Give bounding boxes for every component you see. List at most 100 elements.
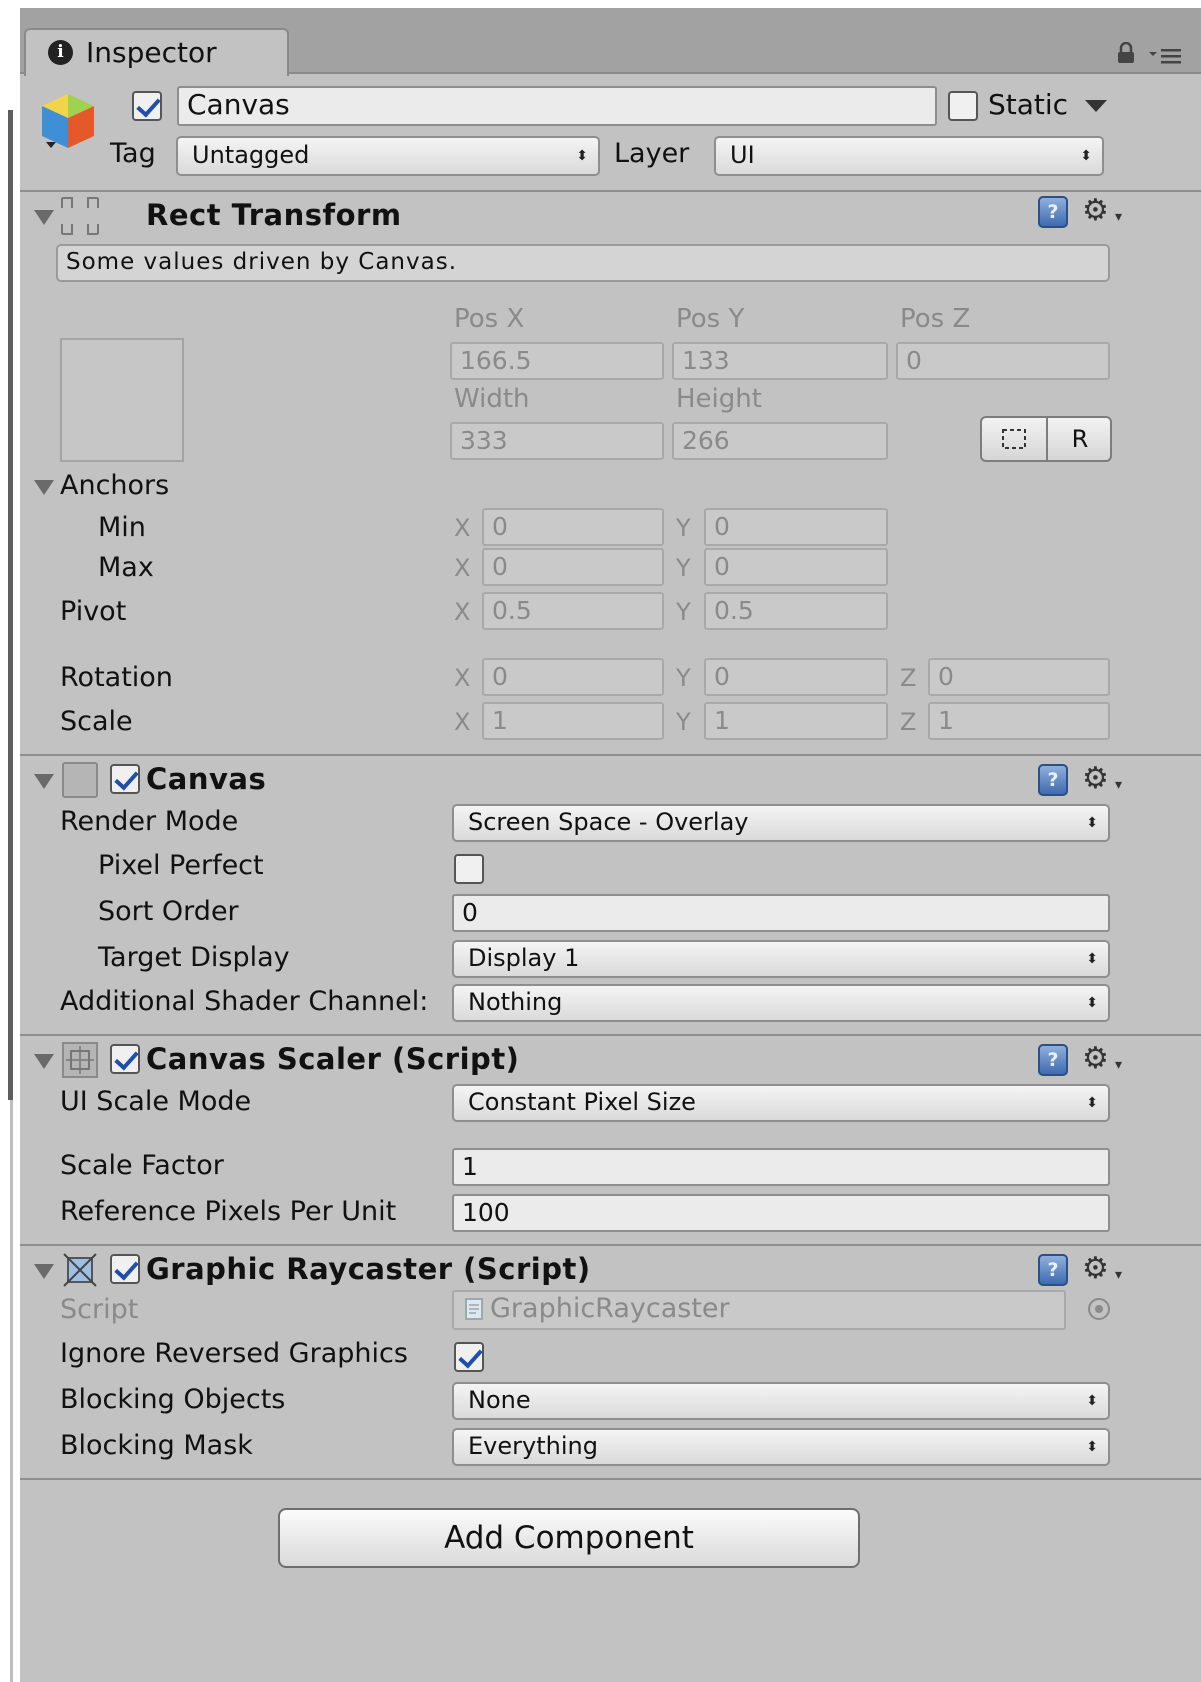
script-file-icon [465,1298,483,1320]
blocking-objects-value: None [468,1386,531,1414]
dropdown-arrow-icon: ⬍ [1086,1393,1098,1409]
graphic-raycaster-title: Graphic Raycaster (Script) [146,1252,591,1286]
axis-y-label: Y [676,514,691,542]
dropdown-arrow-icon: ⬍ [576,148,588,164]
pivot-x-field[interactable]: 0.5 [482,592,664,630]
gear-icon[interactable]: ⚙ [1082,196,1122,233]
script-field[interactable]: GraphicRaycaster [452,1290,1066,1330]
info-icon: i [48,40,73,65]
gear-icon[interactable]: ⚙ [1082,764,1122,801]
render-mode-dropdown[interactable]: Screen Space - Overlay ⬍ [452,804,1110,842]
driven-values-info: Some values driven by Canvas. [56,244,1110,282]
blocking-objects-dropdown[interactable]: None ⬍ [452,1382,1110,1420]
width-label: Width [454,384,530,414]
scale-x-field[interactable]: 1 [482,702,664,740]
axis-y-label: Y [676,598,691,626]
canvas-scaler-enabled-checkbox[interactable] [110,1044,140,1074]
layer-dropdown[interactable]: UI ⬍ [714,136,1104,176]
pos-z-field[interactable]: 0 [896,342,1110,380]
target-display-dropdown[interactable]: Display 1 ⬍ [452,940,1110,978]
dropdown-arrow-icon: ⬍ [1086,1095,1098,1111]
separator [20,1034,1201,1036]
graphic-raycaster-foldout[interactable] [34,1264,54,1279]
gameobject-icon [42,94,94,148]
help-icon[interactable]: ? [1038,764,1068,796]
gear-icon[interactable]: ⚙ [1082,1254,1122,1291]
help-icon[interactable]: ? [1038,196,1068,228]
pos-y-field[interactable]: 133 [672,342,888,380]
ui-scale-mode-label: UI Scale Mode [60,1086,252,1117]
context-menu-icon[interactable] [1148,46,1182,66]
height-field[interactable]: 266 [672,422,888,460]
scale-y-field[interactable]: 1 [704,702,888,740]
raw-edit-button[interactable]: R [1048,418,1112,460]
anchor-min-y-field[interactable]: 0 [704,508,888,546]
static-dropdown-arrow-icon[interactable] [1084,98,1108,114]
ui-scale-mode-dropdown[interactable]: Constant Pixel Size ⬍ [452,1084,1110,1122]
canvas-foldout[interactable] [34,774,54,789]
object-picker-icon[interactable] [1088,1298,1110,1320]
dropdown-arrow-icon: ⬍ [1086,995,1098,1011]
anchor-max-x-field[interactable]: 0 [482,548,664,586]
dropdown-arrow-icon: ⬍ [1086,815,1098,831]
canvas-scaler-foldout[interactable] [34,1054,54,1069]
reference-ppu-field[interactable]: 100 [452,1194,1110,1232]
add-component-button[interactable]: Add Component [278,1508,860,1568]
tag-dropdown[interactable]: Untagged ⬍ [176,136,600,176]
target-display-value: Display 1 [468,944,580,972]
blocking-mask-dropdown[interactable]: Everything ⬍ [452,1428,1110,1466]
active-checkbox[interactable] [132,91,162,121]
canvas-scaler-title: Canvas Scaler (Script) [146,1042,520,1076]
pivot-label: Pivot [60,596,127,627]
tab-inspector[interactable]: i Inspector [24,28,289,76]
help-icon[interactable]: ? [1038,1044,1068,1076]
ignore-reversed-checkbox[interactable] [454,1342,484,1372]
separator [20,754,1201,756]
left-edge-bar-lower [10,1100,13,1682]
anchor-min-x-field[interactable]: 0 [482,508,664,546]
pixel-perfect-checkbox[interactable] [454,854,484,884]
height-label: Height [676,384,762,414]
pos-x-field[interactable]: 166.5 [450,342,664,380]
blueprint-icon [1002,429,1026,449]
separator [20,1244,1201,1246]
object-name-field[interactable]: Canvas [177,86,937,126]
blueprint-mode-button[interactable] [982,418,1048,460]
target-display-label: Target Display [98,942,290,973]
rect-transform-icon [61,197,99,235]
rect-transform-foldout[interactable] [34,210,54,225]
lock-icon[interactable] [1116,42,1136,64]
rotation-y-field[interactable]: 0 [704,658,888,696]
left-edge-bar [8,110,13,1100]
rotation-x-field[interactable]: 0 [482,658,664,696]
pos-x-label: Pos X [454,304,525,334]
axis-y-label: Y [676,554,691,582]
sort-order-label: Sort Order [98,896,239,927]
axis-y-label: Y [676,664,691,692]
static-checkbox[interactable] [948,91,978,121]
sort-order-field[interactable]: 0 [452,894,1110,932]
scale-z-field[interactable]: 1 [928,702,1110,740]
canvas-enabled-checkbox[interactable] [110,764,140,794]
help-icon[interactable]: ? [1038,1254,1068,1286]
anchors-foldout[interactable] [34,480,54,495]
script-value: GraphicRaycaster [490,1293,730,1324]
pos-y-label: Pos Y [676,304,745,334]
edit-mode-buttons: R [980,416,1112,462]
anchor-presets-icon[interactable] [60,338,184,462]
scale-label: Scale [60,706,133,737]
graphic-raycaster-enabled-checkbox[interactable] [110,1254,140,1284]
axis-x-label: X [454,664,471,692]
rotation-z-field[interactable]: 0 [928,658,1110,696]
scale-factor-field[interactable]: 1 [452,1148,1110,1186]
pos-z-label: Pos Z [900,304,971,334]
inspector-window: i Inspector Canvas Static Tag Untagged ⬍… [20,8,1201,1682]
rotation-label: Rotation [60,662,173,693]
anchor-max-y-field[interactable]: 0 [704,548,888,586]
pivot-y-field[interactable]: 0.5 [704,592,888,630]
gear-icon[interactable]: ⚙ [1082,1044,1122,1081]
shader-channels-dropdown[interactable]: Nothing ⬍ [452,984,1110,1022]
dropdown-arrow-icon: ⬍ [1086,951,1098,967]
shader-channels-label: Additional Shader Channel: [60,986,429,1017]
width-field[interactable]: 333 [450,422,664,460]
